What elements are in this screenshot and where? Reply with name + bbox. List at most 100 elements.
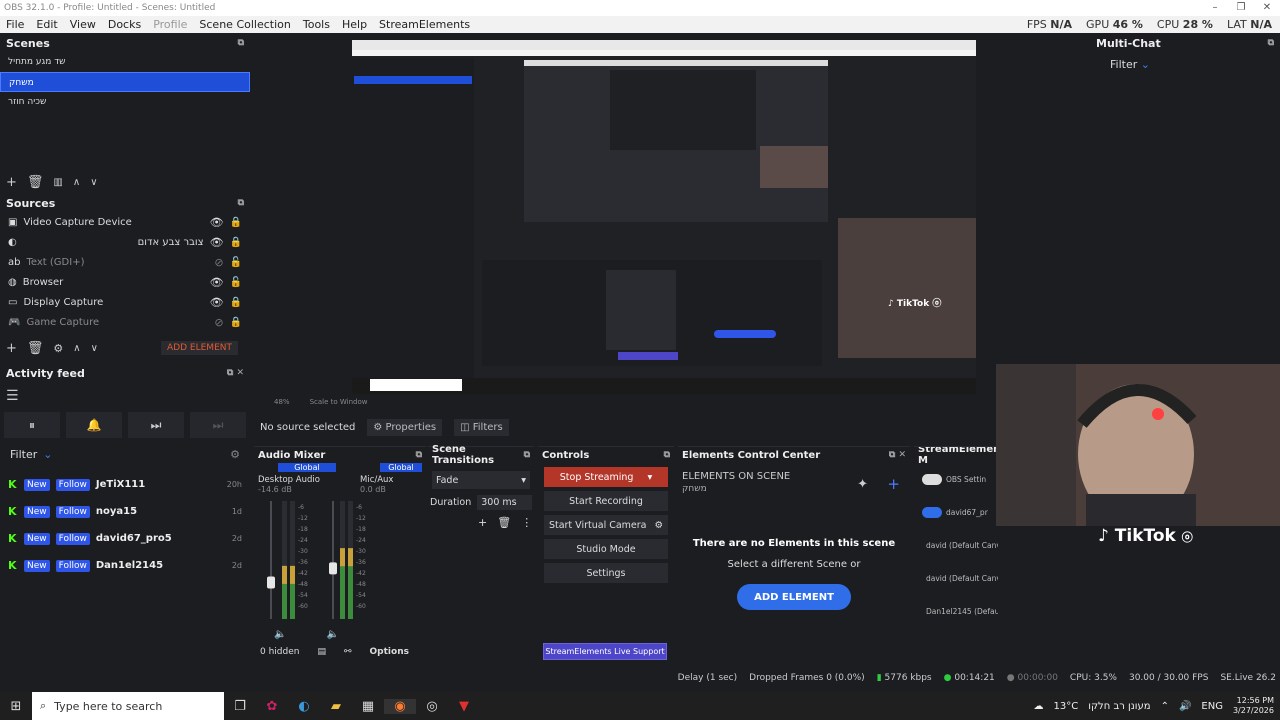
add-icon[interactable]: +	[478, 516, 487, 529]
skip-end-button[interactable]: ⏭	[190, 412, 246, 438]
source-item[interactable]: ◐ צובר צבע אדום 👁 🔒	[0, 232, 250, 252]
speaker-icon[interactable]: 🔈	[274, 629, 286, 640]
task-view-icon[interactable]: ❐	[224, 699, 256, 714]
channel-name[interactable]: Desktop Audio	[258, 472, 340, 485]
store-icon[interactable]: ▦	[352, 699, 384, 714]
settings-button[interactable]: Settings	[544, 563, 668, 583]
source-item[interactable]: 🎮 Game Capture ⊘ 🔒	[0, 312, 250, 332]
menu-scene-collection[interactable]: Scene Collection	[193, 18, 296, 31]
menu-docks[interactable]: Docks	[102, 18, 147, 31]
source-item[interactable]: ab Text (GDI+) ⊘ 🔓	[0, 252, 250, 272]
undock-icon[interactable]: ⧉	[1268, 38, 1274, 48]
volume-slider-handle[interactable]	[267, 576, 275, 589]
start-virtual-camera-button[interactable]: Start Virtual Camera ⚙	[544, 515, 668, 535]
options-menu[interactable]: Options	[370, 647, 409, 657]
streamelements-icon[interactable]: ▼	[448, 699, 480, 714]
add-icon[interactable]: +	[887, 475, 900, 493]
source-item[interactable]: ◍ Browser 👁 🔓	[0, 272, 250, 292]
feed-item[interactable]: K New Follow JeTiX111 20h	[0, 471, 250, 498]
filter-dropdown[interactable]: Filter	[10, 448, 37, 461]
language-indicator[interactable]: ENG	[1201, 701, 1223, 712]
eye-icon[interactable]: 👁	[210, 276, 224, 289]
gear-icon[interactable]: ⚙	[53, 342, 63, 355]
start-recording-button[interactable]: Start Recording	[544, 491, 668, 511]
add-icon[interactable]: +	[6, 175, 17, 190]
feed-item[interactable]: K New Follow noya15 1d	[0, 498, 250, 525]
eye-icon[interactable]: 👁	[210, 236, 224, 249]
feed-item[interactable]: K New Follow david67_pro5 2d	[0, 525, 250, 552]
hamburger-menu-icon[interactable]: ☰	[0, 382, 250, 404]
obs-icon[interactable]: ◎	[416, 699, 448, 714]
source-item[interactable]: ▭ Display Capture 👁 🔒	[0, 292, 250, 312]
edge-icon[interactable]: ◐	[288, 699, 320, 714]
more-vertical-icon[interactable]: ⋮	[521, 516, 532, 529]
pause-button[interactable]: ⏸	[4, 412, 60, 438]
lock-icon[interactable]: 🔒	[230, 237, 242, 248]
lock-icon[interactable]: 🔒	[230, 217, 242, 228]
source-item[interactable]: ▣ Video Capture Device 👁 🔒	[0, 212, 250, 232]
filter-icon[interactable]: ▥	[53, 177, 62, 188]
volume-slider-handle[interactable]	[329, 562, 337, 575]
move-down-icon[interactable]: ∨	[90, 177, 97, 188]
lock-icon[interactable]: 🔒	[230, 297, 242, 308]
live-support-button[interactable]: StreamElements Live Support	[543, 643, 667, 660]
close-icon[interactable]: ⧉ ✕	[227, 368, 244, 378]
chevron-down-icon[interactable]: ⌄	[43, 448, 52, 461]
properties-button[interactable]: ⚙ Properties	[367, 418, 443, 436]
feed-item[interactable]: K New Follow Dan1el2145 2d	[0, 552, 250, 579]
undock-icon[interactable]: ⧉	[416, 450, 422, 460]
close-icon[interactable]: ✕	[1254, 0, 1280, 16]
chevron-down-icon[interactable]: ▾	[647, 472, 652, 483]
windows-start-icon[interactable]: ⊞	[0, 699, 32, 714]
zoom-level[interactable]: 48%	[274, 398, 290, 410]
se-row[interactable]: OBS Settin	[914, 463, 998, 496]
move-up-icon[interactable]: ∧	[73, 177, 80, 188]
minimize-icon[interactable]: –	[1202, 0, 1228, 16]
filters-button[interactable]: ◫ Filters	[454, 418, 509, 436]
tray-chevron-icon[interactable]: ⌃	[1161, 701, 1169, 712]
scene-item[interactable]: שכיה חוזר	[0, 92, 250, 112]
menu-streamelements[interactable]: StreamElements	[373, 18, 476, 31]
layout-icon[interactable]: ▤	[317, 647, 326, 657]
move-up-icon[interactable]: ∧	[73, 343, 80, 354]
menu-file[interactable]: File	[0, 18, 30, 31]
duration-input[interactable]: 300 ms	[477, 495, 532, 510]
speaker-icon[interactable]: 🔈	[326, 629, 338, 640]
skip-button[interactable]: ⏭	[128, 412, 184, 438]
stream-preview[interactable]: ♪ TikTok ⓞ	[352, 40, 976, 394]
file-explorer-icon[interactable]: ▰	[320, 699, 352, 714]
scene-item-selected[interactable]: משחק	[0, 72, 250, 92]
undock-icon[interactable]: ⧉	[524, 450, 530, 460]
unlock-icon[interactable]: 🔓	[230, 257, 242, 268]
se-row[interactable]: Dan1el2145 (Default Ca...	[914, 595, 998, 628]
undock-icon[interactable]: ⧉	[238, 38, 244, 48]
gear-icon[interactable]: ⚙	[230, 448, 240, 461]
copilot-icon[interactable]: ✿	[256, 699, 288, 714]
firefox-icon[interactable]: ◉	[384, 698, 416, 714]
hidden-count[interactable]: 0 hidden	[260, 647, 299, 657]
maximize-icon[interactable]: ❐	[1228, 0, 1254, 16]
clock-time[interactable]: 12:56 PM	[1233, 696, 1274, 706]
channel-name[interactable]: Mic/Aux	[340, 472, 426, 485]
se-row[interactable]: david (Default Canvas)	[914, 562, 998, 595]
scale-mode[interactable]: Scale to Window	[310, 398, 368, 410]
se-row[interactable]: david (Default Canvas)	[914, 529, 998, 562]
transition-select[interactable]: Fade ▾	[432, 471, 530, 489]
lock-icon[interactable]: 🔒	[230, 317, 242, 328]
bell-icon[interactable]: 🔔	[66, 412, 122, 438]
taskbar-search[interactable]: ⌕ Type here to search	[32, 692, 224, 720]
menu-profile[interactable]: Profile	[147, 18, 193, 31]
toggle-switch[interactable]	[922, 474, 942, 485]
eye-icon[interactable]: 👁	[210, 296, 224, 309]
add-element-button[interactable]: ADD ELEMENT	[737, 584, 851, 610]
toggle-switch[interactable]	[922, 507, 942, 518]
eye-hidden-icon[interactable]: ⊘	[214, 256, 223, 269]
move-down-icon[interactable]: ∨	[91, 343, 98, 354]
sparkle-icon[interactable]: ✦	[857, 477, 868, 492]
eye-hidden-icon[interactable]: ⊘	[214, 316, 223, 329]
multichat-filter[interactable]: Filter ⌄	[1090, 52, 1280, 77]
weather-icon[interactable]: ☁	[1034, 701, 1044, 712]
add-icon[interactable]: +	[6, 341, 17, 356]
studio-mode-button[interactable]: Studio Mode	[544, 539, 668, 559]
scene-item[interactable]: שד מגע מתחיל	[0, 52, 250, 72]
